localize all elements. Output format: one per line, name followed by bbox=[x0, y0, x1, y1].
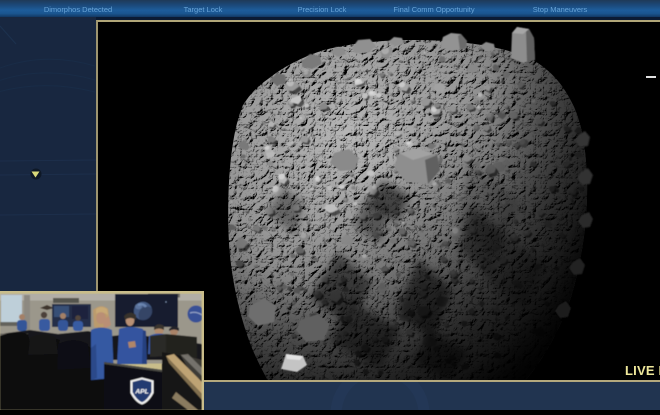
svg-text:APL: APL bbox=[134, 389, 149, 396]
